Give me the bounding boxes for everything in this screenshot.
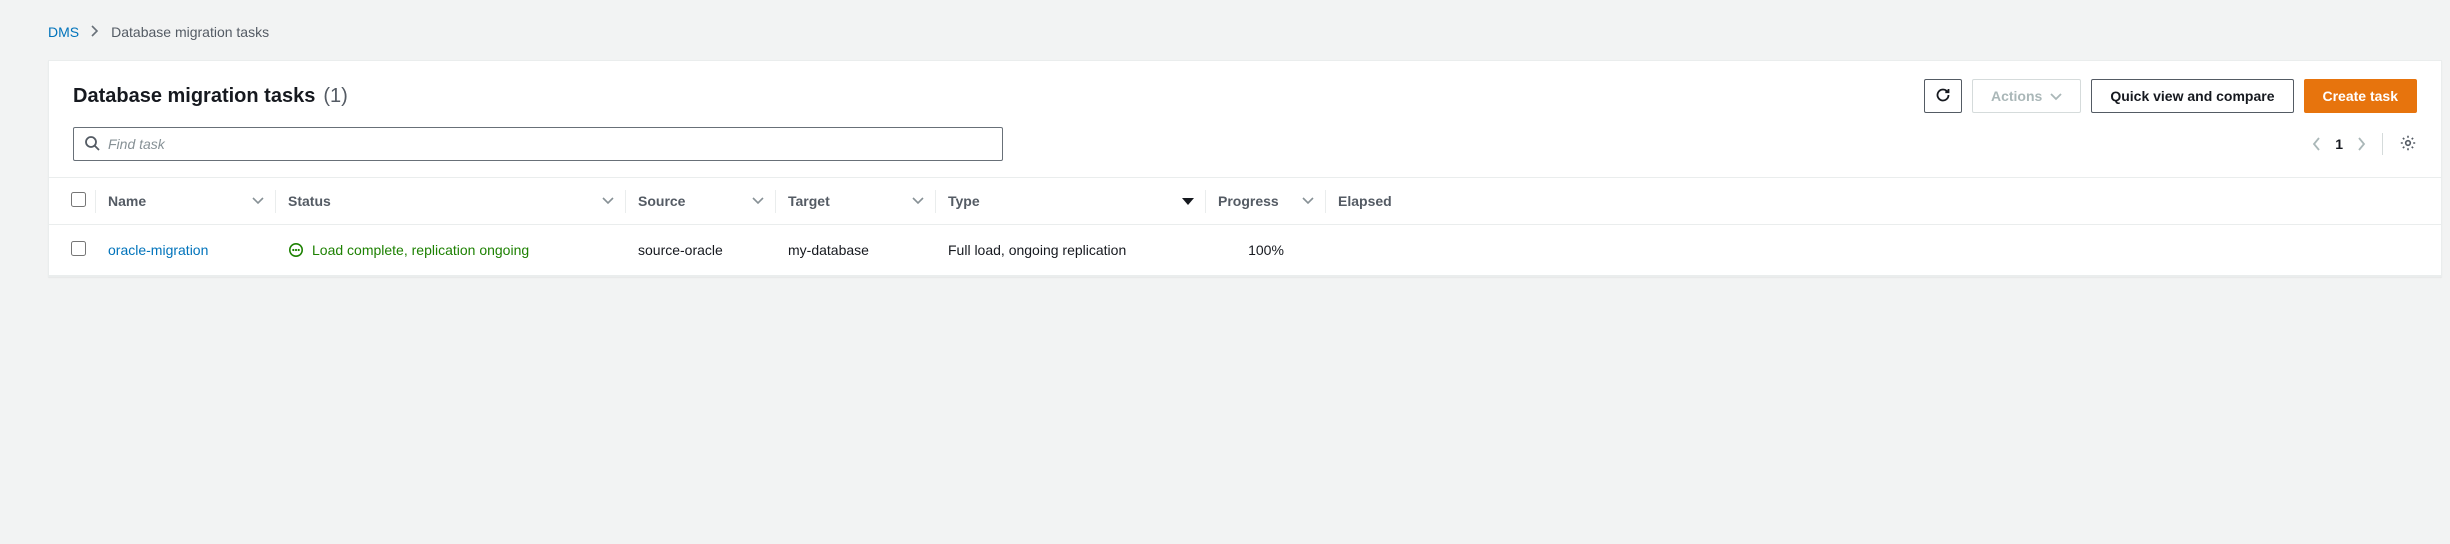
settings-button[interactable] bbox=[2399, 134, 2417, 155]
title-text: Database migration tasks bbox=[73, 85, 315, 108]
refresh-icon bbox=[1935, 87, 1951, 106]
type-cell: Full load, ongoing replication bbox=[936, 225, 1206, 276]
col-source[interactable]: Source bbox=[626, 178, 776, 225]
search-icon bbox=[84, 135, 108, 154]
page-title: Database migration tasks (1) bbox=[73, 85, 348, 108]
title-count: (1) bbox=[323, 85, 347, 108]
breadcrumb: DMS Database migration tasks bbox=[48, 24, 2442, 40]
elapsed-cell bbox=[1326, 225, 2441, 276]
target-cell: my-database bbox=[776, 225, 936, 276]
sort-icon bbox=[752, 197, 764, 205]
col-name[interactable]: Name bbox=[96, 178, 276, 225]
actions-label: Actions bbox=[1991, 88, 2042, 104]
col-name-label: Name bbox=[108, 193, 146, 209]
gear-icon bbox=[2399, 134, 2417, 155]
col-type[interactable]: Type bbox=[936, 178, 1206, 225]
pager-page: 1 bbox=[2335, 136, 2343, 152]
tasks-table: Name Status Source bbox=[49, 177, 2441, 276]
header-actions: Actions Quick view and compare Create ta… bbox=[1924, 79, 2417, 113]
pager-group: 1 bbox=[2312, 133, 2417, 155]
actions-dropdown[interactable]: Actions bbox=[1972, 79, 2081, 113]
col-elapsed[interactable]: Elapsed bbox=[1326, 178, 2441, 225]
source-cell: source-oracle bbox=[626, 225, 776, 276]
chevron-right-icon bbox=[91, 24, 99, 40]
table-row: oracle-migration Load complete, replicat… bbox=[49, 225, 2441, 276]
col-target[interactable]: Target bbox=[776, 178, 936, 225]
progress-cell: 100% bbox=[1206, 225, 1326, 276]
status-ongoing-icon bbox=[288, 242, 304, 258]
select-all-checkbox[interactable] bbox=[71, 192, 86, 207]
caret-down-icon bbox=[2050, 88, 2062, 104]
sort-icon bbox=[602, 197, 614, 205]
col-status[interactable]: Status bbox=[276, 178, 626, 225]
col-target-label: Target bbox=[788, 193, 830, 209]
status-text: Load complete, replication ongoing bbox=[312, 242, 529, 258]
pager-next[interactable] bbox=[2357, 137, 2366, 151]
pager: 1 bbox=[2312, 136, 2366, 152]
divider bbox=[2382, 133, 2383, 155]
col-progress-label: Progress bbox=[1218, 193, 1279, 209]
refresh-button[interactable] bbox=[1924, 79, 1962, 113]
task-name-link[interactable]: oracle-migration bbox=[108, 242, 208, 258]
panel-header: Database migration tasks (1) Actions bbox=[49, 61, 2441, 177]
col-source-label: Source bbox=[638, 193, 685, 209]
sort-icon bbox=[252, 197, 264, 205]
search-input-wrap[interactable] bbox=[73, 127, 1003, 161]
sort-icon bbox=[912, 197, 924, 205]
quick-view-button[interactable]: Quick view and compare bbox=[2091, 79, 2293, 113]
sort-icon-active bbox=[1182, 198, 1194, 205]
row-checkbox[interactable] bbox=[71, 241, 86, 256]
tasks-panel: Database migration tasks (1) Actions bbox=[48, 60, 2442, 277]
breadcrumb-current: Database migration tasks bbox=[111, 24, 269, 40]
col-type-label: Type bbox=[948, 193, 980, 209]
status-cell: Load complete, replication ongoing bbox=[288, 242, 614, 258]
sort-icon bbox=[1302, 197, 1314, 205]
search-input[interactable] bbox=[108, 136, 992, 152]
pager-prev[interactable] bbox=[2312, 137, 2321, 151]
create-task-button[interactable]: Create task bbox=[2304, 79, 2418, 113]
col-progress[interactable]: Progress bbox=[1206, 178, 1326, 225]
col-elapsed-label: Elapsed bbox=[1338, 193, 1392, 209]
col-status-label: Status bbox=[288, 193, 331, 209]
breadcrumb-root-link[interactable]: DMS bbox=[48, 24, 79, 40]
col-select bbox=[49, 178, 96, 225]
